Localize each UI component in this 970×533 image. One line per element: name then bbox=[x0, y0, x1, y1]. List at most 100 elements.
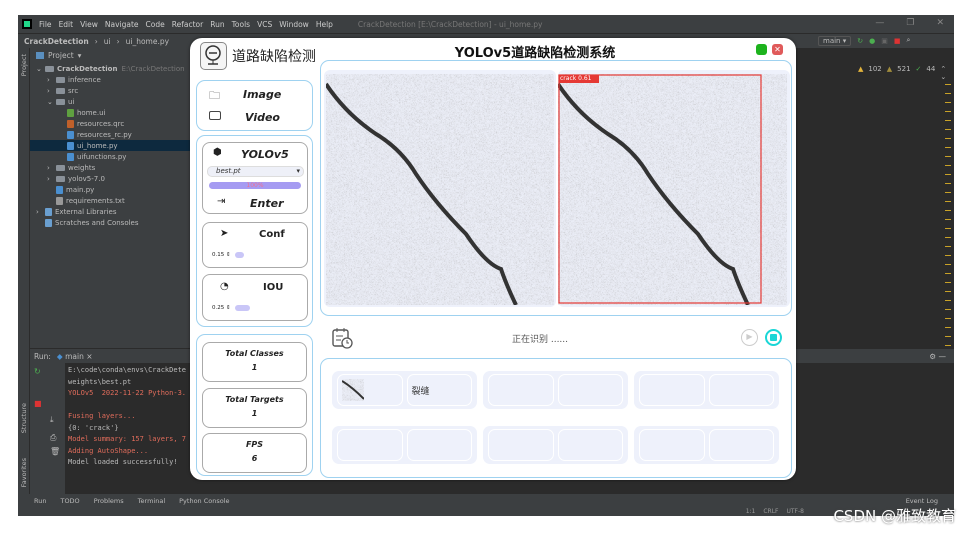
model-card: ⬢ YOLOv5 best.pt ▾ 100% ⇥ Enter bbox=[202, 142, 308, 214]
result-item[interactable] bbox=[483, 426, 628, 464]
pycharm-logo-icon bbox=[22, 19, 32, 29]
menu-view[interactable]: View bbox=[80, 20, 98, 29]
result-item[interactable]: 裂缝 bbox=[332, 371, 477, 409]
coverage-icon[interactable]: ▣ bbox=[881, 37, 888, 45]
weights-select[interactable]: best.pt ▾ bbox=[207, 166, 304, 177]
cursor-position[interactable]: 1:1 bbox=[746, 508, 756, 516]
menu-code[interactable]: Code bbox=[146, 20, 165, 29]
settings-group: ⬢ YOLOv5 best.pt ▾ 100% ⇥ Enter ➤ Conf 0.… bbox=[196, 135, 313, 327]
conf-card: ➤ Conf 0.15 ⇕ bbox=[202, 222, 308, 268]
video-icon bbox=[209, 111, 221, 120]
conf-spinbox[interactable]: 0.15 ⇕ bbox=[212, 252, 231, 258]
favorites-tool-tab[interactable]: Favorites bbox=[20, 458, 28, 487]
run-toolbar: main ▾ ↻ ● ▣ ■ ⌕ bbox=[818, 33, 954, 48]
result-item[interactable] bbox=[332, 426, 477, 464]
close-icon[interactable]: ✕ bbox=[936, 18, 944, 28]
window-title: CrackDetection [E:\CrackDetection] - ui_… bbox=[357, 19, 543, 29]
breadcrumb-project[interactable]: CrackDetection bbox=[24, 37, 89, 46]
result-item[interactable] bbox=[483, 371, 628, 409]
menu-help[interactable]: Help bbox=[316, 20, 333, 29]
menu-edit[interactable]: Edit bbox=[59, 20, 74, 29]
total-classes-card: Total Classes 1 bbox=[202, 342, 307, 382]
tab-terminal[interactable]: Terminal bbox=[138, 497, 165, 505]
minimize-icon[interactable]: — bbox=[875, 18, 884, 28]
event-log[interactable]: Event Log bbox=[906, 497, 938, 505]
console-line: Model summary: 157 layers, 7 bbox=[68, 435, 187, 443]
menu-bar: File Edit View Navigate Code Refactor Ru… bbox=[18, 15, 954, 33]
menu-tools[interactable]: Tools bbox=[232, 20, 250, 29]
app-title: YOLOv5道路缺陷检测系统 bbox=[454, 46, 616, 61]
menu-refactor[interactable]: Refactor bbox=[172, 20, 203, 29]
stop-icon[interactable]: ■ bbox=[34, 399, 42, 408]
breadcrumb-file[interactable]: ui_home.py bbox=[126, 37, 169, 46]
model-progress-bar: 100% bbox=[209, 182, 301, 189]
stop-icon[interactable]: ■ bbox=[894, 37, 901, 45]
stop-button[interactable] bbox=[765, 329, 782, 346]
menu-window[interactable]: Window bbox=[279, 20, 309, 29]
folder-icon bbox=[56, 98, 65, 105]
app-logo-icon bbox=[200, 42, 227, 70]
console-line: E:\code\conda\envs\CrackDete bbox=[68, 366, 187, 374]
original-image-frame bbox=[324, 70, 556, 307]
result-item[interactable] bbox=[634, 426, 779, 464]
source-group: 🗀 Image Video bbox=[196, 80, 313, 131]
left-tool-stripe: Project Structure Favorites bbox=[18, 48, 30, 503]
trash-icon[interactable]: 🗑 bbox=[50, 447, 60, 456]
py-icon bbox=[67, 152, 74, 161]
folder-icon bbox=[56, 87, 65, 94]
menu-navigate[interactable]: Navigate bbox=[105, 20, 139, 29]
original-image bbox=[326, 74, 554, 305]
line-separator[interactable]: CRLF bbox=[763, 508, 778, 516]
error-stripe[interactable] bbox=[945, 80, 951, 350]
tab-run[interactable]: Run bbox=[34, 497, 46, 505]
structure-tool-tab[interactable]: Structure bbox=[20, 403, 28, 433]
restore-icon[interactable]: ❐ bbox=[906, 18, 914, 28]
folder-icon bbox=[56, 164, 65, 171]
fps-value: 6 bbox=[251, 454, 258, 463]
close-button[interactable]: ✕ bbox=[772, 44, 783, 55]
menu-file[interactable]: File bbox=[39, 20, 52, 29]
encoding[interactable]: UTF-8 bbox=[787, 508, 805, 516]
settings-icon[interactable]: ⚙ — bbox=[929, 352, 946, 361]
tab-problems[interactable]: Problems bbox=[94, 497, 124, 505]
menu-vcs[interactable]: VCS bbox=[257, 20, 272, 29]
print-icon[interactable]: ⎙ bbox=[50, 433, 56, 443]
debug-icon[interactable]: ● bbox=[869, 37, 875, 45]
ui-icon bbox=[67, 108, 74, 117]
image-button[interactable]: Image bbox=[243, 88, 281, 101]
result-thumbnail-cell bbox=[337, 374, 403, 406]
cube-icon: ⬢ bbox=[213, 147, 222, 158]
result-item[interactable] bbox=[634, 371, 779, 409]
search-icon[interactable]: ⌕ bbox=[906, 36, 910, 45]
iou-slider[interactable] bbox=[235, 305, 295, 311]
tab-todo[interactable]: TODO bbox=[60, 497, 79, 505]
iou-spinbox[interactable]: 0.25 ⇕ bbox=[212, 305, 231, 311]
scroll-end-icon[interactable]: ⤓ bbox=[50, 415, 54, 425]
breadcrumb-ui[interactable]: ui bbox=[104, 37, 111, 46]
play-button[interactable]: ▶ bbox=[741, 329, 758, 346]
rerun-icon[interactable]: ↻ bbox=[857, 37, 863, 45]
app-window: 道路缺陷检测 YOLOv5道路缺陷检测系统 ✕ 🗀 Image Video ⬢ … bbox=[190, 38, 796, 480]
folder-icon bbox=[45, 65, 54, 72]
tab-python-console[interactable]: Python Console bbox=[179, 497, 229, 505]
project-tool-tab[interactable]: Project bbox=[20, 54, 28, 76]
rerun-icon[interactable]: ↻ bbox=[34, 367, 41, 376]
run-tab-main[interactable]: ◆ main × bbox=[57, 352, 93, 361]
enter-button[interactable]: Enter bbox=[250, 197, 284, 210]
project-header[interactable]: Project bbox=[48, 51, 74, 60]
video-button[interactable]: Video bbox=[245, 111, 280, 124]
py-icon bbox=[67, 141, 74, 150]
inspection-widget[interactable]: ▲ 102 ▲ 521 ✓ 44 ⌃ ⌄ bbox=[858, 65, 954, 81]
menu-run[interactable]: Run bbox=[210, 20, 224, 29]
result-label: 裂缝 bbox=[406, 374, 472, 406]
results-panel: 裂缝 bbox=[320, 358, 792, 478]
project-icon bbox=[36, 52, 44, 59]
run-config-select[interactable]: main ▾ bbox=[818, 35, 852, 46]
minimize-button[interactable] bbox=[756, 44, 767, 55]
conf-slider[interactable] bbox=[235, 252, 295, 258]
watermark: CSDN @雅致教育 bbox=[833, 507, 956, 525]
status-text: 正在识别 ...... bbox=[511, 335, 569, 345]
console-output[interactable]: E:\code\conda\envs\CrackDete weights\best… bbox=[68, 365, 186, 469]
console-line: Fusing layers... bbox=[68, 412, 136, 420]
